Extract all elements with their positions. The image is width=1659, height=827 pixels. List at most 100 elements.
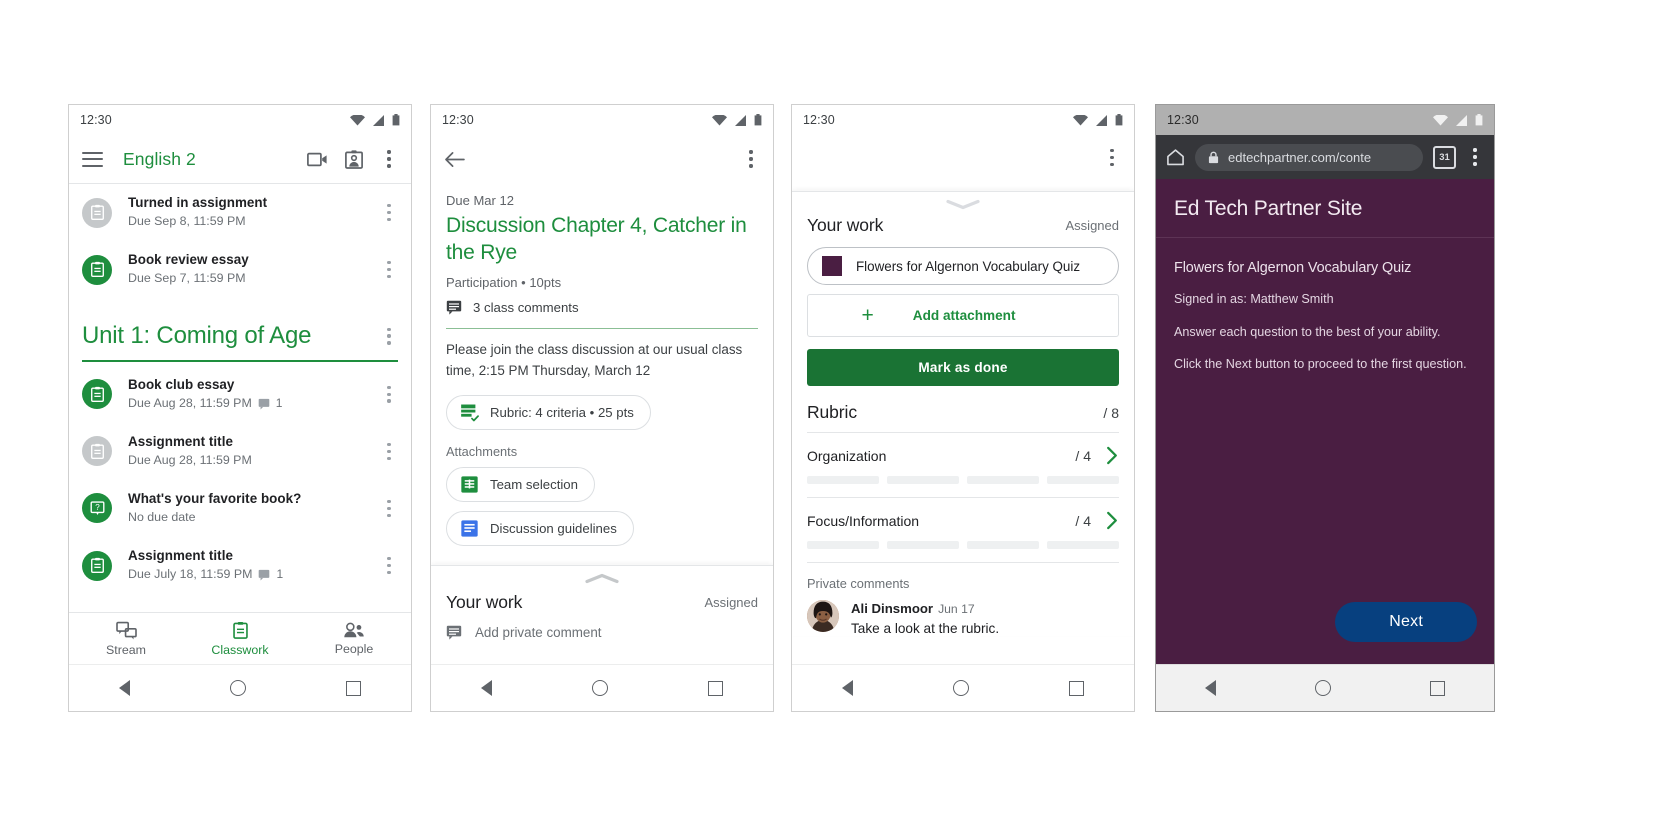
rubric-criterion[interactable]: Focus/Information / 4	[792, 498, 1134, 549]
back-nav-icon[interactable]	[842, 680, 853, 696]
assignment-description: Please join the class discussion at our …	[446, 342, 743, 378]
class-code-icon[interactable]	[345, 149, 363, 169]
comment-count: 1	[275, 396, 283, 411]
people-icon	[344, 622, 364, 638]
wifi-icon	[1433, 114, 1448, 125]
web-page: Ed Tech Partner Site Flowers for Algerno…	[1156, 179, 1494, 664]
meet-video-icon[interactable]	[307, 152, 328, 167]
status-time: 12:30	[803, 113, 835, 127]
attachment-chip[interactable]: Discussion guidelines	[446, 510, 634, 546]
home-nav-icon[interactable]	[592, 680, 608, 696]
sheet-expand-handle[interactable]	[431, 566, 773, 586]
attachment-docs-wrap: Discussion guidelines	[431, 502, 773, 546]
add-attachment-button[interactable]: + Add attachment	[807, 294, 1119, 337]
comment-date: Jun 17	[938, 602, 975, 616]
row-overflow-icon[interactable]	[380, 442, 398, 460]
attached-work-chip[interactable]: Flowers for Algernon Vocabulary Quiz	[807, 247, 1119, 285]
next-button-label: Next	[1389, 613, 1423, 630]
class-comments-row[interactable]: 3 class comments	[431, 290, 773, 315]
list-item[interactable]: Book review essay Due Sep 7, 11:59 PM	[69, 241, 411, 298]
section-overflow-icon[interactable]	[380, 327, 398, 345]
back-arrow-icon[interactable]	[444, 151, 465, 168]
back-nav-icon[interactable]	[481, 680, 492, 696]
wifi-icon	[1073, 114, 1088, 125]
rubric-criterion[interactable]: Organization / 4	[792, 433, 1134, 484]
recents-nav-icon[interactable]	[1429, 680, 1445, 696]
add-private-comment[interactable]: Add private comment	[431, 613, 773, 640]
overflow-menu-icon[interactable]	[380, 150, 398, 168]
back-nav-icon[interactable]	[1205, 680, 1217, 696]
tab-counter[interactable]: 31	[1433, 145, 1456, 169]
row-overflow-icon[interactable]	[380, 203, 398, 222]
overflow-menu-icon[interactable]	[742, 150, 760, 168]
svg-text:?: ?	[95, 503, 100, 512]
battery-icon	[754, 114, 762, 126]
assignment-icon	[82, 550, 112, 581]
android-system-nav	[69, 664, 411, 711]
assignment-icon	[82, 436, 112, 467]
recents-nav-icon[interactable]	[346, 680, 361, 696]
row-overflow-icon[interactable]	[380, 385, 398, 403]
add-private-comment-label: Add private comment	[475, 625, 602, 640]
criterion-name: Organization	[807, 447, 887, 464]
sheet-collapse-handle[interactable]	[792, 192, 1134, 212]
signal-icon	[735, 114, 746, 126]
row-overflow-icon[interactable]	[380, 261, 398, 279]
tab-people[interactable]: People	[297, 622, 411, 656]
assignment-title: Assignment title	[128, 547, 233, 563]
home-nav-icon[interactable]	[1314, 680, 1331, 696]
assignment-icon	[82, 379, 112, 410]
signal-icon	[1456, 114, 1467, 126]
assignment-due: Due Sep 8, 11:59 PM	[128, 214, 246, 229]
rubric-label: Rubric	[807, 402, 857, 422]
list-item[interactable]: Turned in assignment Due Sep 8, 11:59 PM	[69, 184, 411, 241]
assignment-icon	[82, 197, 112, 228]
screenshot-canvas: 12:30 English 2 Turned in assignment Due…	[0, 0, 1659, 827]
attachment-label: Team selection	[490, 476, 578, 492]
status-bar: 12:30	[69, 105, 411, 135]
list-item[interactable]: Assignment title Due Aug 28, 11:59 PM	[69, 423, 411, 480]
rubric-chip-label: Rubric: 4 criteria • 25 pts	[490, 404, 634, 420]
assignment-due: No due date	[128, 510, 196, 524]
overflow-menu-icon[interactable]	[1103, 149, 1121, 167]
avatar	[807, 600, 839, 632]
docs-icon	[461, 520, 478, 537]
status-system-icons	[1433, 114, 1483, 126]
browser-menu-icon[interactable]	[1466, 148, 1484, 166]
hamburger-menu-icon[interactable]	[82, 151, 103, 167]
tab-classwork[interactable]: Classwork	[183, 621, 297, 657]
class-comments-label: 3 class comments	[473, 299, 579, 315]
home-nav-icon[interactable]	[230, 680, 246, 696]
rubric-score: / 8	[1103, 405, 1119, 421]
comment-icon	[259, 569, 270, 581]
next-button[interactable]: Next	[1335, 602, 1477, 642]
instruction-line-1: Answer each question to the best of your…	[1174, 324, 1441, 339]
attached-work-label: Flowers for Algernon Vocabulary Quiz	[856, 258, 1081, 274]
recents-nav-icon[interactable]	[708, 680, 723, 696]
android-system-nav	[1156, 664, 1494, 711]
your-work-sheet: Your work Assigned Flowers for Algernon …	[792, 191, 1134, 636]
list-item[interactable]: Book club essay Due Aug 28, 11:59 PM 1	[69, 366, 411, 423]
list-item[interactable]: Assignment title Due July 18, 11:59 PM 1	[69, 537, 411, 594]
recents-nav-icon[interactable]	[1069, 680, 1084, 696]
assignment-title: Turned in assignment	[128, 195, 268, 210]
row-overflow-icon[interactable]	[380, 499, 398, 518]
sheets-icon	[461, 476, 478, 493]
rubric-chip[interactable]: Rubric: 4 criteria • 25 pts	[446, 394, 651, 430]
list-item[interactable]: ? What's your favorite book? No due date	[69, 480, 411, 537]
phone-your-work: 12:30 Your work Assigned Flowers for Alg…	[791, 104, 1135, 712]
app-bar	[431, 135, 773, 183]
tab-label: People	[334, 642, 374, 656]
attachment-thumbnail	[822, 256, 842, 276]
back-nav-icon[interactable]	[119, 680, 130, 696]
mark-as-done-label: Mark as done	[918, 360, 1008, 375]
row-overflow-icon[interactable]	[380, 556, 398, 575]
mark-as-done-button[interactable]: Mark as done	[807, 349, 1119, 386]
home-nav-icon[interactable]	[953, 680, 969, 696]
attachment-chip[interactable]: Team selection	[446, 466, 595, 502]
assignment-title: Book review essay	[128, 252, 249, 268]
tab-stream[interactable]: Stream	[69, 621, 183, 657]
address-bar[interactable]: edtechpartner.com/conte	[1195, 143, 1423, 171]
home-icon[interactable]	[1166, 148, 1185, 166]
battery-icon	[1475, 114, 1483, 126]
